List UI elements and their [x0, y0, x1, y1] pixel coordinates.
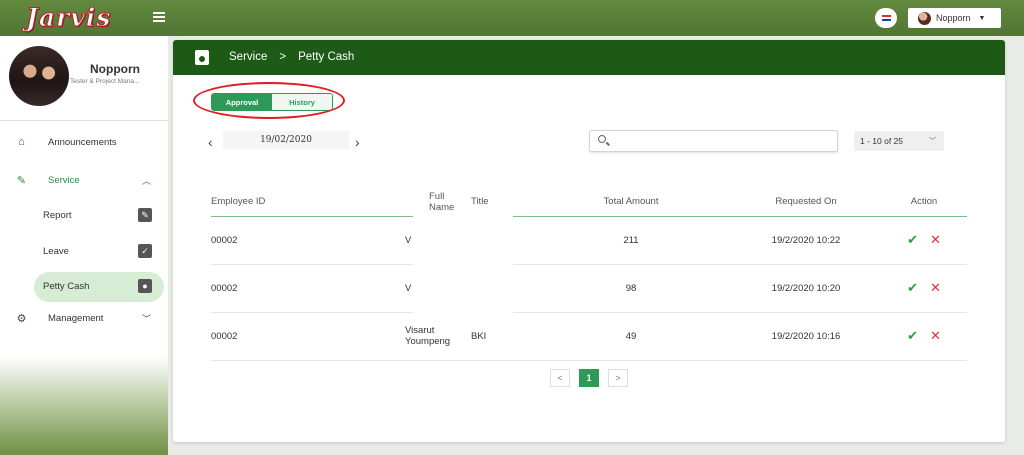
avatar — [918, 11, 931, 25]
report-icon: ✎ — [138, 208, 152, 222]
redaction-mask — [413, 258, 513, 319]
cell-total-amount: 98 — [531, 264, 731, 313]
chevron-down-icon: ﹀ — [142, 313, 152, 324]
sidebar-item-management[interactable]: ⚙ Management ﹀ — [0, 303, 168, 333]
approve-check-icon[interactable]: ✔ — [907, 280, 918, 295]
page-size-value: 1 - 10 of 25 — [860, 136, 904, 146]
cell-employee-id: 00002 — [211, 216, 321, 265]
col-total-amount: Total Amount — [531, 188, 731, 217]
cell-action: ✔ ✕ — [881, 312, 967, 361]
profile-name: Nopporn — [90, 62, 140, 76]
sidebar-item-label: Petty Cash — [43, 281, 90, 292]
flag-icon — [881, 15, 891, 21]
cell-requested-on: 19/2/2020 10:20 — [731, 264, 881, 313]
chevron-up-icon: ︿ — [142, 175, 152, 186]
profile-role: Tester & Project Mana... — [70, 78, 140, 85]
sidebar-item-petty-cash[interactable]: Petty Cash ● — [34, 272, 164, 302]
sidebar-item-label: Leave — [43, 246, 69, 257]
user-menu-name: Nopporn — [936, 13, 971, 23]
search-icon — [598, 135, 606, 143]
approve-check-icon[interactable]: ✔ — [907, 232, 918, 247]
cell-title: BKI — [471, 312, 531, 361]
prev-page-button[interactable]: < — [550, 369, 570, 387]
reject-x-icon[interactable]: ✕ — [930, 328, 941, 343]
sidebar-item-label: Management — [48, 312, 104, 324]
main-card: Service > Petty Cash Approval History ‹ … — [173, 40, 1005, 442]
petty-cash-table: Employee ID Full Name Title Total Amount… — [211, 188, 967, 361]
prev-date-icon[interactable]: ‹ — [208, 134, 213, 150]
col-requested-on: Requested On — [731, 188, 881, 217]
cell-total-amount: 211 — [531, 216, 731, 265]
sidebar-item-leave[interactable]: Leave ✓ — [0, 237, 168, 267]
cell-employee-id: 00002 — [211, 264, 321, 313]
profile-avatar — [9, 46, 69, 106]
gear-icon: ⚙ — [16, 312, 27, 325]
caret-down-icon: ▼ — [978, 14, 986, 22]
highlight-annotation — [193, 82, 345, 119]
cell-full-name: Visarut Youmpeng — [321, 312, 471, 361]
search-input[interactable] — [612, 133, 832, 149]
date-display[interactable]: 19/02/2020 — [223, 131, 349, 149]
cell-requested-on: 19/2/2020 10:22 — [731, 216, 881, 265]
reject-x-icon[interactable]: ✕ — [930, 232, 941, 247]
next-date-icon[interactable]: › — [355, 134, 360, 150]
cell-action: ✔ ✕ — [881, 264, 967, 313]
sidebar-item-announcements[interactable]: ⌂ Announcements — [0, 127, 168, 157]
app-logo[interactable]: Jarvis — [25, 3, 111, 33]
cash-icon — [195, 50, 209, 65]
pencil-icon: ✎ — [16, 174, 27, 187]
approve-check-icon[interactable]: ✔ — [907, 328, 918, 343]
divider — [0, 120, 168, 121]
sidebar-item-label: Report — [43, 210, 72, 221]
sidebar-item-label: Announcements — [48, 136, 117, 148]
table-row: 00002 V BKI 211 19/2/2020 10:22 ✔✕ — [211, 210, 967, 271]
table-row: 00002 V BKI 98 19/2/2020 10:20 ✔✕ — [211, 258, 967, 319]
cell-action: ✔ ✕ — [881, 216, 967, 265]
sidebar: Nopporn Tester & Project Mana... ⌂ Annou… — [0, 36, 168, 455]
page-header: Service > Petty Cash — [173, 40, 1005, 75]
reject-x-icon[interactable]: ✕ — [930, 280, 941, 295]
search-box — [589, 130, 838, 152]
chevron-down-icon: ﹀ — [929, 138, 936, 145]
col-action: Action — [881, 188, 967, 217]
next-page-button[interactable]: > — [608, 369, 628, 387]
breadcrumb-service[interactable]: Service — [229, 51, 267, 63]
cell-full-name-wrap: V — [321, 258, 513, 319]
cell-full-name-wrap: V — [321, 210, 513, 271]
cash-icon: ● — [138, 279, 152, 293]
breadcrumb-separator: > — [279, 51, 287, 63]
cell-full-name: V — [405, 282, 412, 294]
table-header-row: Employee ID Full Name Title Total Amount… — [211, 188, 967, 217]
checkbox-icon: ✓ — [138, 244, 152, 258]
cell-full-name: V — [405, 234, 412, 246]
col-employee-id: Employee ID — [211, 188, 321, 217]
home-icon: ⌂ — [18, 136, 25, 148]
cell-total-amount: 49 — [531, 312, 731, 361]
menu-toggle-icon[interactable] — [153, 12, 165, 22]
page-1-button[interactable]: 1 — [579, 369, 599, 387]
sidebar-item-report[interactable]: Report ✎ — [0, 201, 168, 231]
table-row: 00002 Visarut Youmpeng BKI 49 19/2/2020 … — [211, 312, 967, 361]
breadcrumb-petty-cash: Petty Cash — [298, 51, 355, 63]
sidebar-item-service[interactable]: ✎ Service ︿ — [0, 165, 168, 195]
sidebar-item-label: Service — [48, 174, 80, 186]
page-size-select[interactable]: 1 - 10 of 25 ﹀ — [854, 131, 944, 151]
language-flag-button[interactable] — [875, 8, 897, 28]
user-menu-button[interactable]: Nopporn ▼ — [908, 8, 1001, 28]
top-bar: Jarvis Nopporn ▼ — [0, 0, 1024, 36]
cell-employee-id: 00002 — [211, 312, 321, 361]
cell-requested-on: 19/2/2020 10:16 — [731, 312, 881, 361]
breadcrumb: Service > Petty Cash — [229, 51, 354, 63]
